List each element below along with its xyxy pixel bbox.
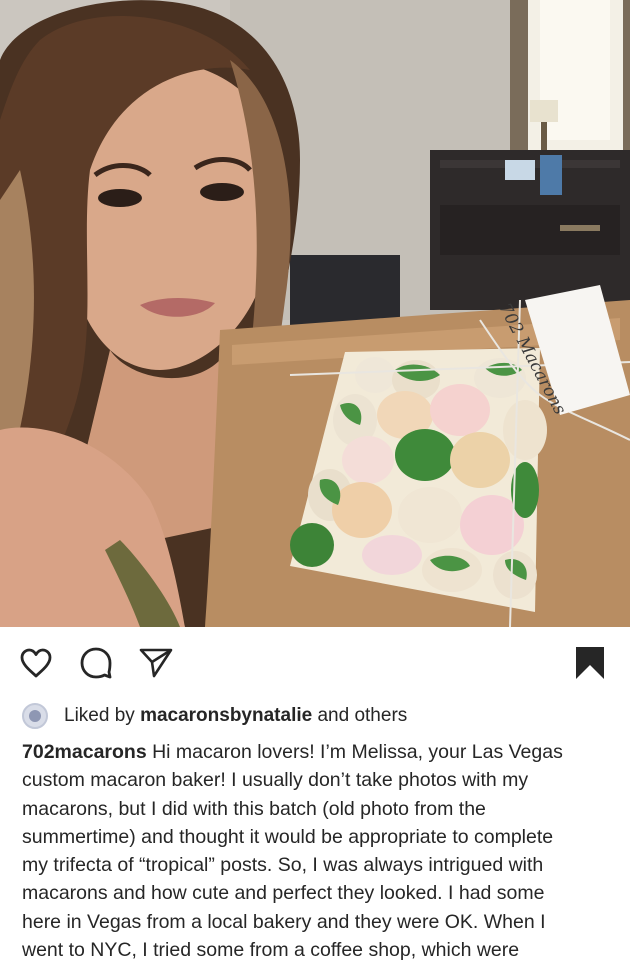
heart-icon xyxy=(20,648,52,678)
caption-line: went to NYC, I tried some from a coffee … xyxy=(22,939,520,961)
post-caption: 702macarons Hi macaron lovers! I’m Melis… xyxy=(22,738,612,961)
caption-line: summertime) and thought it would be appr… xyxy=(22,825,554,848)
liker-username[interactable]: macaronsbynatalie xyxy=(140,705,312,727)
paper-plane-icon xyxy=(139,648,173,678)
caption-line: macarons, but I did with this batch (old… xyxy=(22,797,486,820)
post-photo[interactable]: 702 Macarons xyxy=(0,0,630,627)
caption-line: Hi macaron lovers! I’m Melissa, your Las… xyxy=(152,741,563,763)
caption-line: my trifecta of “tropical” posts. So, I w… xyxy=(22,854,544,877)
photo-illustration xyxy=(0,0,630,627)
instagram-post: 702 Macarons Liked by macaronsbynatalie … xyxy=(0,0,630,961)
bookmark-icon xyxy=(576,647,604,679)
avatar[interactable] xyxy=(22,703,48,729)
caption-line: here in Vegas from a local bakery and th… xyxy=(22,910,546,933)
comment-button[interactable] xyxy=(76,643,116,683)
likes-prefix: Liked by xyxy=(64,705,135,726)
caption-line: custom macaron baker! I usually don’t ta… xyxy=(22,769,529,792)
save-button[interactable] xyxy=(570,643,610,683)
likes-summary: Liked by macaronsbynatalie and others xyxy=(22,700,407,732)
caption-line: macarons and how cute and perfect they l… xyxy=(22,882,545,905)
likes-others-link[interactable]: and others xyxy=(317,705,407,727)
comment-icon xyxy=(80,647,112,679)
caption-username[interactable]: 702macarons xyxy=(22,741,147,763)
share-button[interactable] xyxy=(136,643,176,683)
like-button[interactable] xyxy=(16,643,56,683)
post-action-bar xyxy=(0,627,630,699)
